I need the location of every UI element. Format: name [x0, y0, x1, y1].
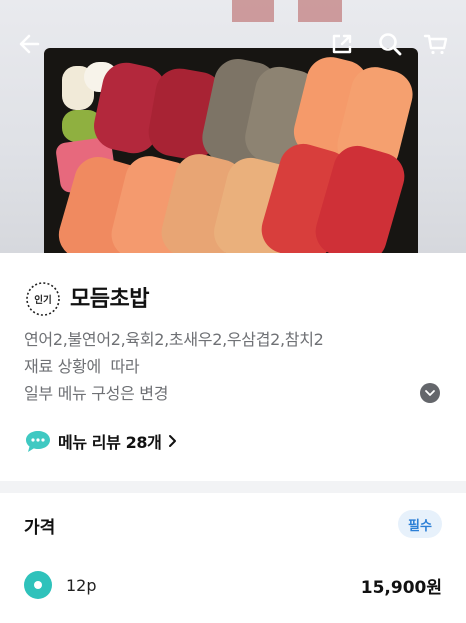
- chevron-down-icon: [425, 390, 435, 396]
- back-button[interactable]: [16, 30, 44, 58]
- price-option-label: 12p: [66, 575, 97, 595]
- radio-selected[interactable]: [24, 571, 52, 599]
- share-icon: [332, 34, 352, 54]
- description-line: 일부 메뉴 구성은 변경: [24, 384, 169, 403]
- price-section-title: 가격: [24, 518, 56, 538]
- arrow-left-icon: [19, 34, 40, 54]
- popular-badge-label: 인기: [34, 294, 51, 306]
- menu-review-label: 메뉴 리뷰 28개: [58, 433, 162, 452]
- popular-badge: 인기: [24, 280, 62, 318]
- required-badge: 필수: [398, 510, 442, 538]
- section-divider: [0, 481, 466, 493]
- expand-description-button[interactable]: [420, 383, 440, 403]
- background-decoration: [232, 0, 274, 22]
- search-button[interactable]: [376, 30, 404, 58]
- cart-icon: [423, 34, 448, 55]
- cart-button[interactable]: [422, 30, 450, 58]
- description-line: 재료 상황에 따라: [24, 357, 140, 376]
- price-option-price: 15,900원: [360, 577, 442, 598]
- chevron-right-icon: [169, 435, 177, 447]
- menu-review-link[interactable]: 메뉴 리뷰 28개: [24, 428, 177, 454]
- search-icon: [379, 33, 402, 56]
- description-line: 연어2,불연어2,육회2,초새우2,우삼겹2,참치2: [24, 330, 324, 349]
- speech-bubble-icon: [26, 431, 50, 452]
- share-button[interactable]: [328, 30, 356, 58]
- product-description: 연어2,불연어2,육회2,초새우2,우삼겹2,참치2 재료 상황에 따라 일부 …: [24, 326, 324, 407]
- popular-badge-icon: 인기: [26, 282, 60, 316]
- background-decoration: [298, 0, 342, 22]
- price-section: [0, 493, 466, 623]
- product-title: 모듬초밥: [70, 287, 149, 312]
- price-option[interactable]: 12p 15,900원: [24, 568, 442, 602]
